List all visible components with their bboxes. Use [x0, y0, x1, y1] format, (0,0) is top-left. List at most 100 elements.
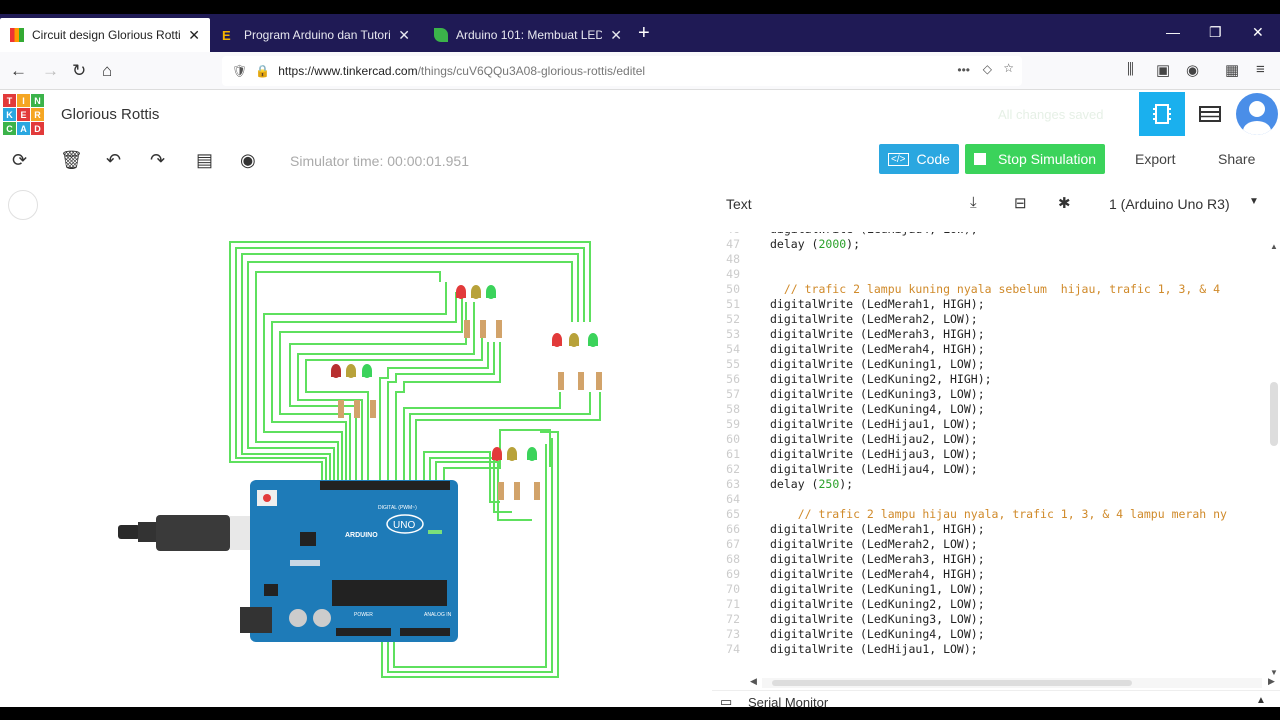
shield-icon: 🛡: [232, 64, 248, 78]
page-actions-icon[interactable]: •••: [957, 63, 970, 77]
code-text: digitalWrite (LedKuning4, LOW);: [770, 627, 985, 641]
sidebar-icon[interactable]: ▣: [1156, 61, 1170, 79]
code-text: // trafic 2 lampu hijau nyala, trafic 1,…: [770, 507, 1227, 521]
editor-toolbar: ⟳ 🗑 ↶ ↷ ▤ ◉ Simulator time: 00:00:01.951…: [0, 138, 1280, 182]
screen: Circuit design Glorious Rottis | ✕ E Pro…: [0, 14, 1280, 707]
delete-icon[interactable]: 🗑: [60, 150, 83, 171]
code-text: digitalWrite (LedKuning4, LOW);: [770, 402, 985, 416]
browser-tab-arduino-101[interactable]: Arduino 101: Membuat LED Be ✕: [424, 18, 632, 52]
scroll-right-icon[interactable]: ▶: [1268, 676, 1275, 687]
code-text: digitalWrite (LedHijau3, LOW);: [770, 447, 978, 461]
back-arrow-icon[interactable]: ←: [10, 61, 27, 81]
code-text-area[interactable]: 46digitalWrite (LedHijau4, LOW);47delay …: [712, 232, 1268, 672]
analog-in-label: ANALOG IN: [424, 612, 452, 618]
circuit-drawing: ARDUINO UNO DIGITAL (PWM~) POWER ANALOG …: [118, 241, 602, 678]
tab-title: Arduino 101: Membuat LED Be: [456, 28, 603, 42]
e-favicon: E: [222, 28, 231, 43]
browser-tab-program-arduino[interactable]: E Program Arduino dan Tutorial ✕: [212, 18, 420, 52]
redo-icon[interactable]: ↷: [150, 150, 165, 171]
arduino-model-label: UNO: [393, 520, 415, 531]
power-label: POWER: [354, 612, 373, 618]
line-number: 55: [726, 357, 740, 371]
line-number: 57: [726, 387, 740, 401]
tab-title: Program Arduino dan Tutorial: [244, 28, 391, 42]
logo-letter: T: [3, 94, 16, 107]
device-selector[interactable]: 1 (Arduino Uno R3): [1109, 196, 1230, 212]
share-button[interactable]: Share: [1218, 151, 1255, 167]
horizontal-scroll-thumb[interactable]: [772, 680, 1132, 686]
extensions-icon[interactable]: ▦: [1225, 61, 1239, 79]
url-bar[interactable]: 🛡 🔒 https://www.tinkercad.com /things/cu…: [222, 56, 1022, 86]
code-editor-panel: Text ⤓ ⊟ ✱ 1 (Arduino Uno R3) ▼ 46digita…: [712, 182, 1280, 707]
code-text: digitalWrite (LedHijau1, LOW);: [770, 642, 978, 656]
serial-monitor-bar[interactable]: ▭ Serial Monitor ▲: [712, 690, 1280, 707]
line-number: 60: [726, 432, 740, 446]
forward-arrow-icon[interactable]: →: [42, 61, 59, 81]
code-text: digitalWrite (LedMerah3, HIGH);: [770, 327, 985, 341]
editor-mode-dropdown[interactable]: Text: [726, 196, 752, 212]
serial-monitor-label: Serial Monitor: [748, 695, 829, 707]
code-text: digitalWrite (LedKuning3, LOW);: [770, 612, 985, 626]
download-icon[interactable]: ⤓: [970, 194, 977, 211]
logo-letter: R: [31, 108, 44, 121]
vertical-scrollbar[interactable]: ▲ ▼: [1268, 222, 1280, 682]
number-literal: 250: [818, 477, 840, 491]
line-number: 47: [726, 237, 740, 251]
code-text: digitalWrite (LedKuning2, LOW);: [770, 597, 985, 611]
code-token: delay (: [770, 477, 819, 491]
close-tab-icon[interactable]: ✕: [610, 27, 622, 44]
minimize-icon[interactable]: —: [1166, 24, 1180, 40]
url-path: /things/cuV6QQu3A08-glorious-rottis/edit…: [417, 64, 646, 78]
eye-icon[interactable]: ◉: [240, 150, 256, 171]
bookmark-star-icon[interactable]: ☆: [1003, 61, 1014, 75]
undo-icon[interactable]: ↶: [106, 150, 121, 171]
logo-letter: K: [3, 108, 16, 121]
scroll-left-icon[interactable]: ◀: [750, 676, 757, 687]
line-number: 65: [726, 507, 740, 521]
code-button[interactable]: </> Code: [879, 144, 959, 174]
tinkercad-favicon: [10, 28, 24, 42]
restore-icon[interactable]: ❐: [1209, 24, 1222, 41]
logo-letter: I: [17, 94, 30, 107]
chevron-up-icon[interactable]: ▲: [1256, 695, 1266, 706]
pocket-icon[interactable]: ◇: [983, 62, 992, 76]
circuit-canvas[interactable]: ARDUINO UNO DIGITAL (PWM~) POWER ANALOG …: [0, 182, 712, 707]
menu-icon[interactable]: ≡: [1256, 61, 1265, 78]
tab-title: Circuit design Glorious Rottis |: [32, 28, 181, 42]
debugger-bug-icon[interactable]: ✱: [1058, 194, 1071, 212]
notes-icon[interactable]: ▤: [196, 150, 213, 171]
project-name[interactable]: Glorious Rottis: [61, 106, 159, 123]
horizontal-scrollbar[interactable]: ◀ ▶: [750, 676, 1275, 688]
arduino-board: ARDUINO UNO DIGITAL (PWM~) POWER ANALOG …: [240, 480, 458, 642]
user-avatar[interactable]: [1236, 93, 1278, 135]
code-text: digitalWrite (LedMerah2, LOW);: [770, 312, 978, 326]
export-button[interactable]: Export: [1135, 151, 1175, 167]
code-token: delay (: [770, 237, 819, 251]
browser-nav-bar: ← → ↻ ⌂ 🛡 🔒 https://www.tinkercad.com /t…: [0, 52, 1280, 90]
close-tab-icon[interactable]: ✕: [398, 27, 410, 44]
account-icon[interactable]: ◉: [1186, 61, 1199, 79]
code-text: digitalWrite (LedHijau4, LOW);: [770, 462, 978, 476]
close-window-icon[interactable]: ✕: [1252, 24, 1264, 41]
logo-letter: N: [31, 94, 44, 107]
scroll-up-icon[interactable]: ▲: [1270, 242, 1278, 251]
rotate-icon[interactable]: ⟳: [12, 150, 27, 171]
library-icon[interactable]: ⫼: [1127, 61, 1134, 78]
line-number: 48: [726, 252, 740, 266]
logo-letter: A: [17, 122, 30, 135]
chevron-down-icon[interactable]: ▼: [1249, 196, 1259, 207]
schematic-list-view-button[interactable]: [1187, 92, 1233, 136]
vertical-scroll-thumb[interactable]: [1270, 382, 1278, 446]
library-box-icon[interactable]: ⊟: [1014, 194, 1027, 212]
stop-simulation-button[interactable]: Stop Simulation: [965, 144, 1105, 174]
reload-icon[interactable]: ↻: [72, 61, 86, 81]
tinkercad-logo[interactable]: T I N K E R C A D: [3, 94, 44, 135]
home-icon[interactable]: ⌂: [102, 61, 112, 81]
code-token: );: [839, 477, 854, 491]
circuit-view-button[interactable]: [1139, 92, 1185, 136]
close-tab-icon[interactable]: ✕: [188, 27, 200, 44]
line-number: 56: [726, 372, 740, 386]
save-status: All changes saved: [998, 107, 1104, 122]
new-tab-icon[interactable]: +: [638, 22, 650, 45]
browser-tab-tinkercad[interactable]: Circuit design Glorious Rottis | ✕: [0, 18, 210, 52]
